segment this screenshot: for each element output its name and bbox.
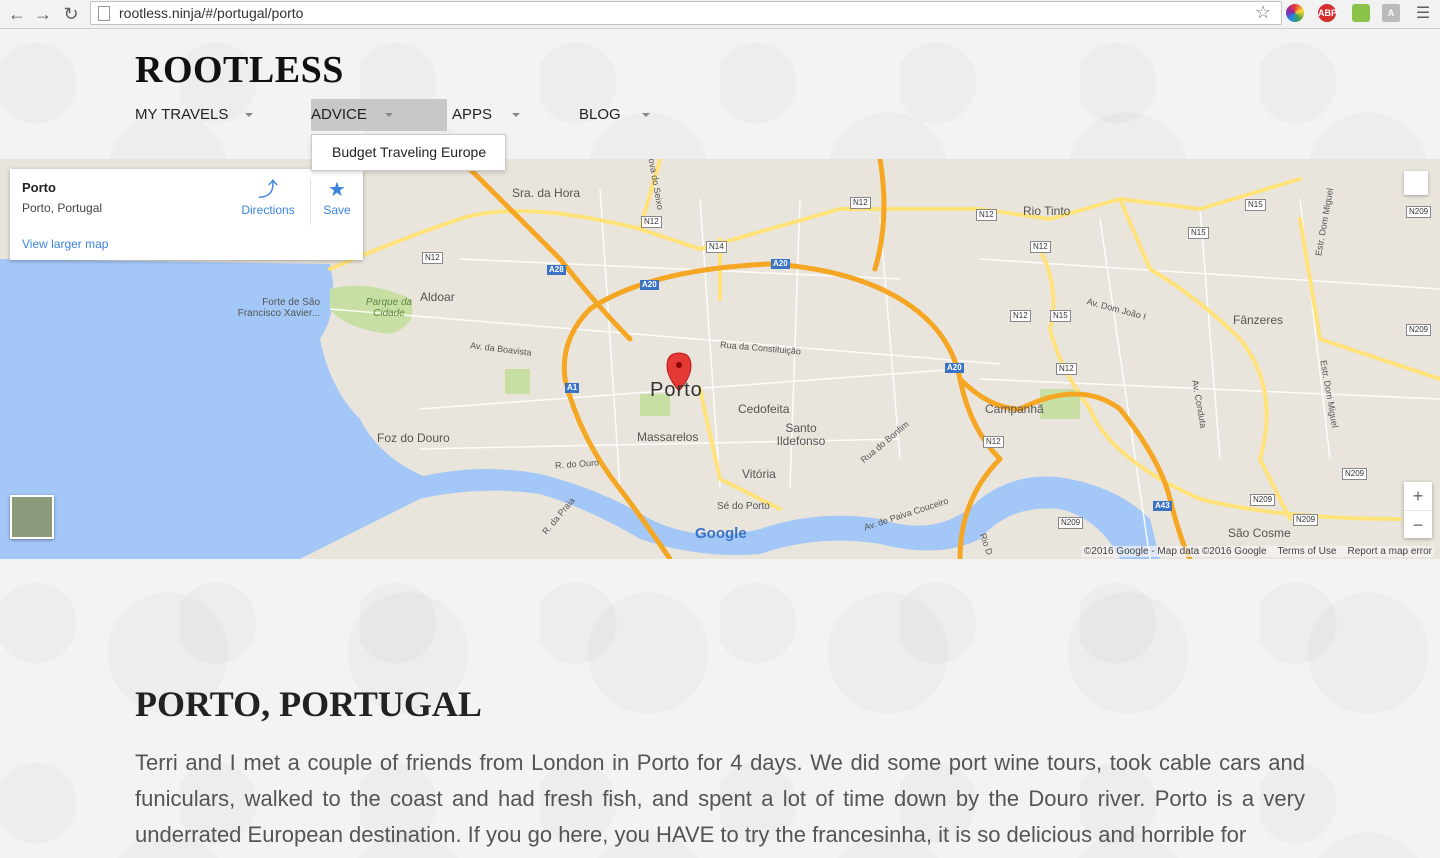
shield-a20: A20: [945, 363, 964, 373]
bookmark-star-icon[interactable]: ☆: [1255, 2, 1271, 23]
shield-n12: N12: [983, 436, 1004, 448]
caret-down-icon: [245, 113, 253, 117]
shield-n12: N12: [1010, 310, 1031, 322]
shield-n12: N12: [422, 252, 443, 264]
zoom-in-button[interactable]: +: [1404, 482, 1432, 510]
label-parque-da-cidade: Parque da Cidade: [365, 297, 413, 319]
label-foz-do-douro: Foz do Douro: [377, 431, 450, 445]
google-logo[interactable]: Google: [695, 525, 747, 542]
shield-a43: A43: [1153, 501, 1172, 511]
shield-n15: N15: [1050, 310, 1071, 322]
save-button[interactable]: ★ Save: [310, 179, 363, 225]
article-body: Terri and I met a couple of friends from…: [135, 750, 1305, 847]
menu-my-travels[interactable]: MY TRAVELS: [135, 99, 265, 131]
caret-down-icon: [512, 113, 520, 117]
shield-n12: N12: [850, 197, 871, 209]
directions-icon: ⤴: [258, 179, 278, 201]
map-marker-dot: [676, 362, 682, 368]
shield-n209: N209: [1406, 206, 1432, 218]
star-icon: ★: [328, 179, 346, 201]
shield-n209: N209: [1406, 324, 1432, 336]
label-santo-ildefonso: Santo Ildefonso: [776, 421, 826, 448]
label-sao-cosme: São Cosme: [1228, 526, 1291, 540]
shield-n12: N12: [976, 209, 997, 221]
shield-n14: N14: [706, 241, 727, 253]
save-label: Save: [323, 203, 351, 217]
menu-blog[interactable]: BLOG: [579, 99, 659, 131]
shield-n209: N209: [1250, 494, 1276, 506]
menu-label: APPS: [452, 106, 493, 123]
shield-n209: N209: [1293, 514, 1319, 526]
place-address: Porto, Portugal: [22, 201, 103, 215]
menu-label: BLOG: [579, 106, 621, 123]
map-attribution: ©2016 Google - Map data ©2016 Google Ter…: [1081, 546, 1434, 557]
zoom-out-button[interactable]: −: [1404, 510, 1432, 539]
article-title: PORTO, PORTUGAL: [135, 684, 482, 724]
color-wheel-icon[interactable]: [1286, 4, 1304, 22]
label-vitoria: Vitória: [742, 467, 776, 481]
view-larger-map-link[interactable]: View larger map: [22, 237, 108, 251]
place-name: Porto: [22, 180, 56, 195]
address-url[interactable]: rootless.ninja/#/portugal/porto: [119, 5, 303, 21]
page-icon: [98, 6, 110, 21]
shield-n15: N15: [1188, 227, 1209, 239]
label-sra-da-hora: Sra. da Hora: [512, 186, 581, 200]
shield-a20: A20: [771, 259, 790, 269]
shield-n12: N12: [641, 216, 662, 228]
terms-link[interactable]: Terms of Use: [1277, 546, 1336, 557]
embedded-map[interactable]: Porto Sra. da Hora Aldoar Parque da Cida…: [0, 159, 1440, 559]
shield-a20: A20: [640, 280, 659, 290]
back-arrow-icon[interactable]: ←: [6, 3, 28, 25]
translate-icon[interactable]: A: [1382, 4, 1400, 22]
report-error-link[interactable]: Report a map error: [1348, 546, 1432, 557]
forward-arrow-icon[interactable]: →: [32, 3, 54, 25]
shield-n12: N12: [1030, 241, 1051, 253]
shield-a28: A28: [547, 265, 566, 275]
menu-label: MY TRAVELS: [135, 106, 229, 123]
reload-icon[interactable]: ↻: [60, 3, 82, 25]
shield-n209: N209: [1342, 468, 1368, 480]
street-view-icon[interactable]: [1404, 171, 1428, 195]
adblock-plus-icon[interactable]: ABP: [1318, 4, 1337, 22]
label-fanzeres: Fânzeres: [1233, 313, 1284, 327]
label-cedofeita: Cedofeita: [738, 402, 790, 416]
chrome-menu-icon[interactable]: ☰: [1412, 3, 1434, 25]
label-porto: Porto: [650, 379, 703, 401]
menu-label: ADVICE: [311, 106, 367, 123]
label-campanha: Campanhã: [985, 402, 1044, 416]
attribution-text: ©2016 Google - Map data ©2016 Google: [1083, 546, 1267, 557]
place-card: Porto Porto, Portugal View larger map ⤴ …: [10, 169, 363, 260]
zoom-control: + −: [1404, 482, 1432, 538]
label-forte: Forte de São Francisco Xavier...: [237, 297, 320, 319]
caret-down-icon: [642, 113, 650, 117]
address-bar[interactable]: rootless.ninja/#/portugal/porto ☆: [90, 1, 1282, 25]
label-aldoar: Aldoar: [420, 290, 455, 304]
dropdown-budget-traveling-europe[interactable]: Budget Traveling Europe: [311, 134, 506, 171]
shield-n15: N15: [1245, 199, 1266, 211]
browser-toolbar: ← → ↻ rootless.ninja/#/portugal/porto ☆ …: [0, 0, 1440, 29]
directions-label: Directions: [241, 203, 295, 217]
shield-a1: A1: [565, 383, 580, 393]
map-park: [505, 369, 530, 394]
directions-button[interactable]: ⤴ Directions: [238, 179, 298, 217]
label-rio-tinto: Rio Tinto: [1023, 204, 1071, 218]
satellite-toggle[interactable]: [10, 495, 54, 539]
label-massarelos: Massarelos: [637, 430, 699, 444]
shield-n209: N209: [1058, 517, 1084, 529]
label-se-do-porto: Sé do Porto: [717, 501, 770, 512]
site-logo[interactable]: ROOTLESS: [135, 48, 344, 92]
menu-apps[interactable]: APPS: [452, 99, 532, 131]
shield-n12: N12: [1056, 363, 1077, 375]
menu-advice[interactable]: ADVICE: [311, 99, 447, 131]
eyedropper-icon[interactable]: [1352, 4, 1370, 22]
caret-down-icon: [385, 113, 393, 117]
